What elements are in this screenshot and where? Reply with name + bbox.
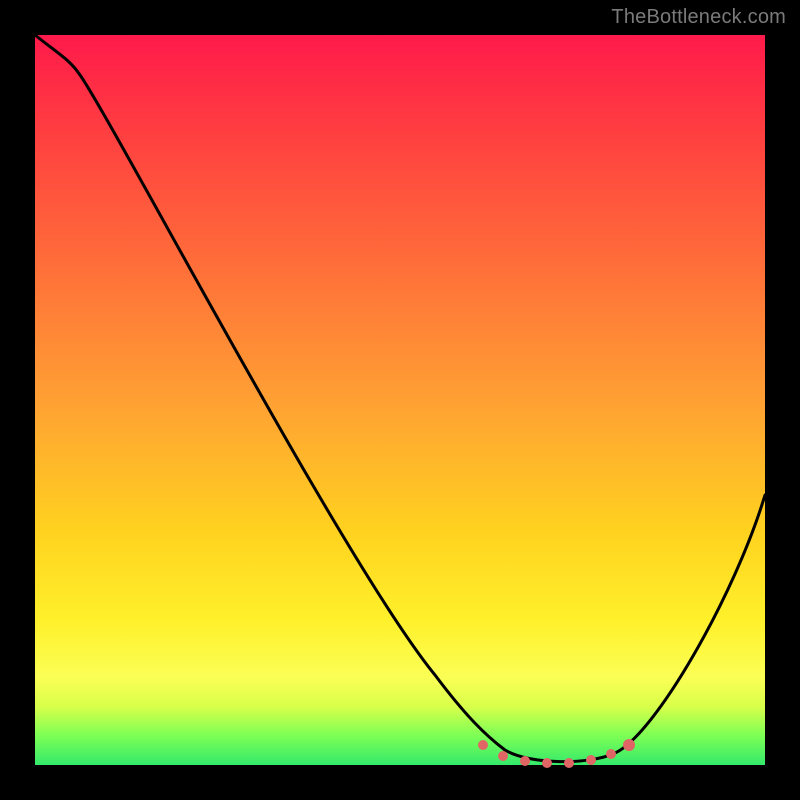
marker-dot: [623, 739, 635, 751]
bottleneck-curve-svg: [35, 35, 765, 765]
plot-area: [35, 35, 765, 765]
watermark: TheBottleneck.com: [611, 6, 786, 29]
marker-dot: [478, 740, 488, 750]
marker-dot: [542, 758, 552, 768]
marker-dot: [606, 749, 616, 759]
chart-frame: TheBottleneck.com: [0, 0, 800, 800]
bottleneck-curve: [35, 35, 765, 762]
marker-dot: [498, 751, 508, 761]
marker-dot: [564, 758, 574, 768]
min-marker-dots: [478, 739, 635, 768]
marker-dot: [520, 756, 530, 766]
marker-dot: [586, 755, 596, 765]
